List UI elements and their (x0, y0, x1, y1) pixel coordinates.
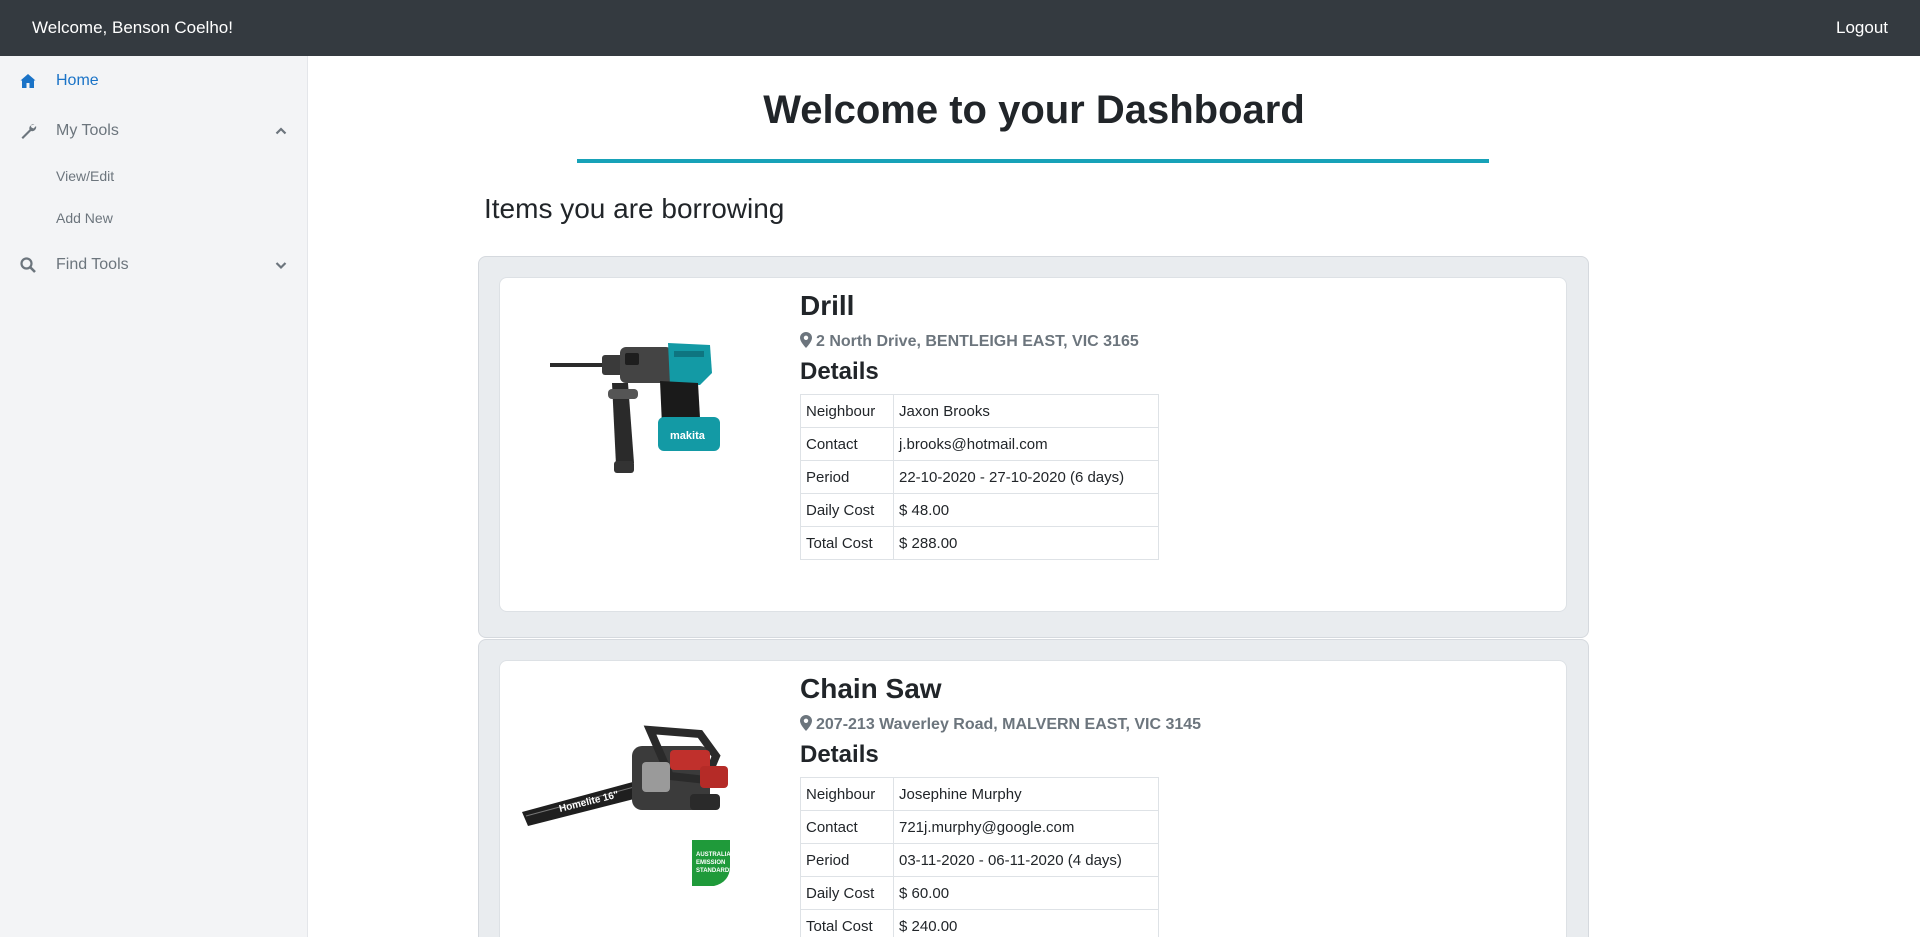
detail-key: Neighbour (800, 777, 894, 811)
detail-key: Daily Cost (800, 493, 894, 527)
search-icon (20, 257, 36, 273)
detail-key: Neighbour (800, 394, 894, 428)
detail-value: $ 60.00 (893, 876, 1159, 910)
drill-image: makita (550, 343, 720, 473)
tool-address-text: 2 North Drive, BENTLEIGH EAST, VIC 3165 (816, 333, 1139, 350)
detail-value: $ 288.00 (893, 526, 1159, 560)
home-icon (20, 74, 36, 88)
detail-key: Total Cost (800, 526, 894, 560)
detail-value: $ 240.00 (893, 909, 1159, 937)
sidebar-item-home[interactable]: Home (0, 61, 308, 101)
tool-address: 2 North Drive, BENTLEIGH EAST, VIC 3165 (800, 332, 1139, 351)
map-marker-icon (800, 332, 812, 348)
table-row: Period 03-11-2020 - 06-11-2020 (4 days) (800, 843, 1159, 877)
borrowed-item-card: Homelite 16" AUSTRALIAN EMISSION STANDAR… (499, 660, 1567, 937)
table-row: Period 22-10-2020 - 27-10-2020 (6 days) (800, 460, 1159, 494)
details-heading: Details (800, 358, 879, 385)
detail-value: Jaxon Brooks (893, 394, 1159, 428)
sidebar-item-home-label: Home (56, 72, 99, 89)
detail-key: Period (800, 843, 894, 877)
detail-value: $ 48.00 (893, 493, 1159, 527)
table-row: Neighbour Jaxon Brooks (800, 394, 1159, 428)
table-row: Total Cost $ 288.00 (800, 526, 1159, 560)
svg-text:STANDARDS: STANDARDS (696, 868, 733, 874)
detail-value: 03-11-2020 - 06-11-2020 (4 days) (893, 843, 1159, 877)
tool-name: Chain Saw (800, 673, 942, 704)
sidebar-item-my-tools-label: My Tools (56, 122, 119, 139)
table-row: Daily Cost $ 60.00 (800, 876, 1159, 910)
svg-text:EMISSION: EMISSION (696, 860, 725, 866)
wrench-icon (21, 124, 37, 139)
detail-key: Period (800, 460, 894, 494)
chevron-up-icon[interactable] (274, 124, 288, 138)
tool-name: Drill (800, 290, 855, 321)
detail-key: Daily Cost (800, 876, 894, 910)
table-row: Daily Cost $ 48.00 (800, 493, 1159, 527)
top-navbar: Welcome, Benson Coelho! Logout (0, 0, 1920, 56)
sidebar-subitem-add-new[interactable]: Add New (56, 210, 113, 226)
main-content: Welcome to your Dashboard Items you are … (309, 56, 1920, 937)
svg-text:Homelite 16": Homelite 16" (558, 789, 620, 814)
borrowed-item-card: makita Drill 2 North Drive, BENTLEIGH EA… (499, 277, 1567, 612)
table-row: Contact j.brooks@hotmail.com (800, 427, 1159, 461)
detail-value: j.brooks@hotmail.com (893, 427, 1159, 461)
svg-text:AUSTRALIAN: AUSTRALIAN (696, 852, 735, 858)
borrowed-item-container: makita Drill 2 North Drive, BENTLEIGH EA… (478, 256, 1589, 638)
page-title: Welcome to your Dashboard (763, 88, 1305, 132)
table-row: Contact 721j.murphy@google.com (800, 810, 1159, 844)
logout-link[interactable]: Logout (1836, 18, 1888, 38)
borrowed-item-container: Homelite 16" AUSTRALIAN EMISSION STANDAR… (478, 639, 1589, 937)
welcome-message: Welcome, Benson Coelho! (32, 18, 233, 37)
tool-address: 207-213 Waverley Road, MALVERN EAST, VIC… (800, 715, 1201, 734)
detail-key: Total Cost (800, 909, 894, 937)
section-title-borrowing: Items you are borrowing (484, 193, 785, 224)
map-marker-icon (800, 715, 812, 731)
chevron-down-icon[interactable] (274, 258, 288, 272)
sidebar-item-my-tools[interactable]: My Tools (0, 111, 308, 151)
detail-key: Contact (800, 427, 894, 461)
details-table: Neighbour Jaxon Brooks Contact j.brooks@ho… (800, 394, 1159, 560)
chainsaw-image: Homelite 16" AUSTRALIAN EMISSION STANDAR… (522, 725, 735, 886)
sidebar: Home My Tools View/Edit Add New Find Too… (0, 56, 308, 937)
title-divider (577, 159, 1489, 163)
sidebar-item-find-tools[interactable]: Find Tools (0, 245, 308, 285)
details-table: Neighbour Josephine Murphy Contact 721j.mu… (800, 777, 1159, 937)
detail-value: 22-10-2020 - 27-10-2020 (6 days) (893, 460, 1159, 494)
sidebar-subitem-view-edit[interactable]: View/Edit (56, 168, 114, 184)
table-row: Neighbour Josephine Murphy (800, 777, 1159, 811)
detail-key: Contact (800, 810, 894, 844)
details-heading: Details (800, 741, 879, 768)
svg-text:makita: makita (670, 430, 706, 442)
sidebar-item-find-tools-label: Find Tools (56, 256, 129, 273)
tool-address-text: 207-213 Waverley Road, MALVERN EAST, VIC… (816, 716, 1202, 733)
table-row: Total Cost $ 240.00 (800, 909, 1159, 937)
detail-value: 721j.murphy@google.com (893, 810, 1159, 844)
detail-value: Josephine Murphy (893, 777, 1159, 811)
